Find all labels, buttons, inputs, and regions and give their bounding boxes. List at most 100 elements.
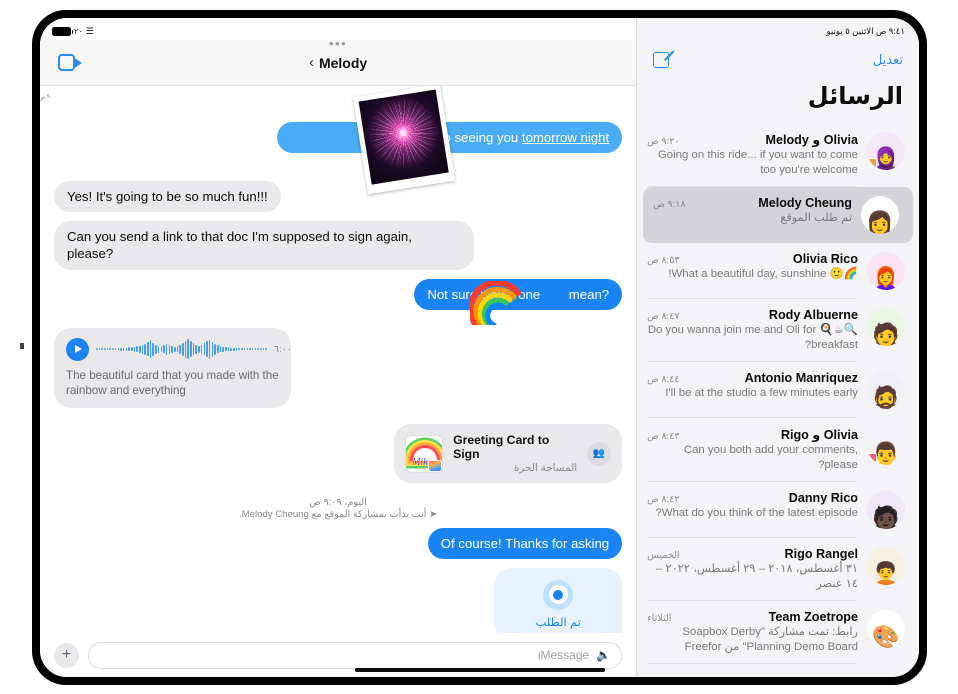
- status-bar-datetime: ٩:٤١ ص الاثنين ٥ يونيو: [826, 25, 906, 36]
- thread-body: Melody Cheung ٩:١٨ ص تم طلب الموقع: [653, 196, 852, 226]
- thread-header: Olivia Rico ٨:٥٣ ص: [647, 252, 858, 266]
- waveform-bar: [233, 347, 235, 351]
- thread-name: Antonio Manriquez: [744, 371, 858, 386]
- edit-button[interactable]: تعديل: [873, 52, 903, 68]
- thread-row[interactable]: 🧕 Olivia و Melody ٩:٢٠ ص Going on this ride…: [637, 123, 919, 188]
- thread-name: Team Zoetrope: [768, 610, 858, 625]
- waveform-bar: [120, 347, 122, 351]
- message-row: ٦:٠٠ The beautiful card that you made wi…: [54, 327, 622, 409]
- location-request-bubble[interactable]: تم الطلب: [494, 568, 623, 633]
- audio-transcript: The beautiful card that you made with th…: [66, 368, 279, 398]
- waveform-bar: [139, 345, 141, 353]
- fireworks-photo-sticker[interactable]: [352, 86, 456, 195]
- compose-new-message-icon[interactable]: [653, 50, 675, 70]
- facetime-video-icon[interactable]: [58, 54, 83, 71]
- thread-preview: رابط: تمت مشاركة "Soapbox Derby Planning…: [682, 626, 858, 654]
- back-chevron-icon[interactable]: ‹: [309, 54, 314, 71]
- app-badge-icon: [428, 459, 443, 472]
- thread-name: Rigo Rangel: [784, 547, 858, 562]
- thread-body: Antonio Manriquez ٨:٤٤ ص I'll be at the st…: [647, 371, 858, 401]
- avatar: 🧔: [867, 371, 905, 410]
- thread-list[interactable]: 🧕 Olivia و Melody ٩:٢٠ ص Going on this ride…: [637, 123, 919, 677]
- thread-header: Rigo Rangel الخميس: [647, 547, 858, 561]
- thread-body: Rody Albuerne ٨:٤٧ ص Do you wanna join me …: [647, 308, 858, 353]
- page-title: الرسائل: [807, 83, 903, 110]
- waveform-bar: [171, 345, 173, 353]
- waveform-bar: [173, 346, 176, 352]
- thread-row[interactable]: 🎨 Team Zoetrope الثلاثاء رابط: تمت مشاركة "…: [637, 601, 919, 665]
- waveform-bar: [157, 345, 160, 353]
- waveform-bar: [128, 347, 130, 352]
- thread-row[interactable]: 👩‍🦰 Olivia Rico ٨:٥٣ ص 🌈🙂 What a beautiful …: [637, 243, 919, 300]
- waveform-bar: [241, 348, 243, 351]
- list-status-bar: ٩:٤١ ص الاثنين ٥ يونيو: [637, 18, 919, 40]
- message-row: ard to seeing you tomorrow night: [54, 122, 623, 154]
- outgoing-bubble[interactable]: Not sure which one you mean?: [414, 278, 623, 325]
- waveform-bar: [187, 339, 189, 360]
- message-link[interactable]: tomorrow night: [522, 130, 609, 145]
- thread-preview: Going on this ride... if you want to com…: [657, 149, 858, 177]
- waveform-bar: [160, 346, 163, 353]
- message-thread[interactable]: ٩ ص ard to seeing you tomorrow night Yes…: [40, 86, 636, 633]
- waveform-bar: [203, 343, 206, 356]
- thread-row[interactable]: 🧑🏿 Danny Rico ٨:٤٢ ص What do you think of t…: [637, 482, 919, 539]
- imessage-input[interactable]: iMessage 🔈: [88, 641, 623, 669]
- waveform-bar: [112, 348, 114, 351]
- fireworks-image: [358, 89, 449, 185]
- waveform-bar: [141, 344, 144, 354]
- shared-document-card[interactable]: Mike Greeting Card to Sign المساحة الحرة…: [394, 424, 623, 484]
- thread-header: Danny Rico ٨:٤٢ ص: [647, 491, 858, 505]
- thread-header: Team Zoetrope الثلاثاء: [647, 610, 858, 624]
- thread-preview: What do you think of the latest episode?: [655, 507, 858, 520]
- system-notice-text: ➤ أنت بدأت بمشاركة الموقع مع Melody Cheu…: [54, 509, 622, 520]
- avatar: 🎨: [867, 610, 905, 649]
- incoming-bubble[interactable]: Yes! It's going to be so much fun!!!: [54, 181, 281, 213]
- avatar: 🧑: [867, 308, 905, 347]
- waveform-bar: [211, 341, 214, 357]
- waveform-bar: [200, 344, 203, 354]
- thread-row[interactable]: 🧔 Antonio Manriquez ٨:٤٤ ص I'll be at the s…: [637, 362, 919, 419]
- people-icon[interactable]: 👥: [587, 441, 612, 466]
- conversation-title: Melody: [318, 54, 368, 71]
- card-text-group: Greeting Card to Sign المساحة الحرة: [453, 433, 577, 474]
- avatar: 🧑🏿: [867, 491, 905, 530]
- battery-percent-label: ٢٠: [74, 26, 83, 36]
- thread-row[interactable]: 🧑 Rody Albuerne ٨:٤٧ ص Do you wanna join me…: [637, 299, 919, 363]
- thread-timestamp: الخميس: [647, 550, 680, 562]
- waveform-bar: [235, 347, 238, 351]
- messages-list-pane: ٩:٤١ ص الاثنين ٥ يونيو تعديل الرسائل 🧕 Ol…: [636, 18, 919, 677]
- thread-name: Olivia Rico: [792, 252, 858, 267]
- waveform-bar: [125, 347, 128, 351]
- thread-preview: I'll be at the studio a few minutes earl…: [665, 387, 858, 400]
- home-indicator[interactable]: [354, 668, 605, 672]
- waveform-bar: [152, 342, 155, 356]
- message-row: تم الطلب: [54, 568, 623, 633]
- microphone-icon[interactable]: 🔈: [596, 648, 611, 662]
- plus-icon[interactable]: +: [54, 642, 79, 668]
- message-row: Can you send a link to that doc I'm supp…: [54, 221, 622, 270]
- waveform-bar: [192, 343, 195, 356]
- waveform-bar: [165, 343, 168, 355]
- audio-message-bubble[interactable]: ٦:٠٠ The beautiful card that you made wi…: [54, 327, 292, 409]
- thread-row[interactable]: 👨 Olivia و Rigo ٨:٤٣ ص Can you both add you…: [637, 418, 919, 483]
- waveform-bar: [254, 348, 257, 351]
- thread-row[interactable]: 👩 Melody Cheung ٩:١٨ ص تم طلب الموقع: [643, 187, 913, 244]
- waveform-bar: [198, 345, 200, 353]
- thread-timestamp: ٨:٤٣ ص: [647, 431, 680, 443]
- waveform-bar: [147, 342, 149, 357]
- thread-preview: تم طلب الموقع: [780, 212, 852, 225]
- thread-timestamp: ٨:٤٤ ص: [647, 374, 680, 386]
- waveform-bar: [117, 348, 120, 351]
- avatar: 👨: [867, 427, 905, 466]
- thread-name: Rody Albuerne: [768, 308, 858, 323]
- play-icon[interactable]: [66, 337, 89, 361]
- waveform-bar: [249, 348, 251, 351]
- audio-waveform[interactable]: [96, 338, 267, 360]
- waveform-bar: [225, 347, 227, 352]
- multitask-grabber-dots[interactable]: •••: [40, 36, 636, 51]
- thread-timestamp: ٨:٥٣ ص: [647, 255, 680, 267]
- thread-row[interactable]: 🧑‍🦱 Rigo Rangel الخميس ٣١ أغسطس، ٢٠١٨ – ٢٩ …: [637, 538, 919, 602]
- waveform-bar: [227, 347, 230, 352]
- outgoing-bubble[interactable]: Of course! Thanks for asking: [427, 528, 623, 560]
- incoming-bubble[interactable]: Can you send a link to that doc I'm supp…: [54, 221, 474, 270]
